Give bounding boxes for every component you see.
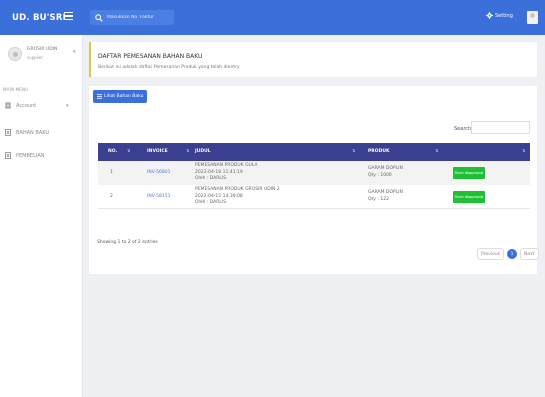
invoice-link[interactable]: INV-56801 xyxy=(147,170,170,177)
document-icon xyxy=(5,129,11,136)
avatar[interactable] xyxy=(527,11,538,24)
approval-button[interactable]: Telah diapproval xyxy=(453,167,485,179)
table-row: 1 INV-56801 PEMESANAN PRODUK GULA 2022-0… xyxy=(98,161,530,185)
user-name: GROSIR UDIN xyxy=(27,47,58,52)
menu-heading: MAIN MENU xyxy=(3,87,29,92)
gear-icon xyxy=(486,12,493,19)
previous-button[interactable]: Previous xyxy=(477,248,505,260)
invoice-link[interactable]: INV-58151 xyxy=(147,194,170,201)
table-row: 2 INV-58151 PEMESANAN PRODUK GROSIR UDIN… xyxy=(98,185,530,209)
sidebar-item-label: Account xyxy=(16,102,37,109)
row-number: 2 xyxy=(110,194,113,199)
column-header-invoice[interactable]: INVOICE xyxy=(147,149,168,154)
account-icon xyxy=(5,102,11,109)
orders-card: Lihat Bahan Baku Search: NO. ⇅ INVOICE ⇅… xyxy=(89,86,539,274)
sort-icon[interactable]: ⇅ xyxy=(352,148,355,153)
table-header: NO. ⇅ INVOICE ⇅ JUDUL ⇅ PRODUK ⇅ ⇅ xyxy=(98,143,530,161)
sidebar-item-account[interactable]: Account xyxy=(5,102,36,109)
view-bahan-baku-label: Lihat Bahan Baku xyxy=(104,94,144,99)
menu-icon[interactable] xyxy=(64,12,73,21)
user-profile[interactable]: GROSIR UDIN supplier ▾ xyxy=(8,43,78,65)
column-header-no[interactable]: NO. xyxy=(108,149,117,154)
order-title: PEMESANAN PRODUK GROSIR UDIN 2 xyxy=(195,187,280,192)
product-name: GARAM DOPLIN xyxy=(368,166,403,171)
next-button[interactable]: Next xyxy=(520,248,539,260)
chevron-down-icon[interactable]: ▾ xyxy=(73,49,76,55)
user-role: supplier xyxy=(27,55,44,60)
table-search-input[interactable] xyxy=(471,121,530,134)
page-subtitle: Berikut ini adalah daftar Pemesanan Prod… xyxy=(98,65,240,70)
product-qty: Qty : 122 xyxy=(368,196,389,202)
order-author: Oleh : DARLIS xyxy=(195,200,227,205)
order-title: PEMESANAN PRODUK GULA xyxy=(195,163,258,168)
document-icon xyxy=(5,152,11,159)
top-bar: UD. BU'SRI Setting xyxy=(0,0,545,35)
sidebar-item-label: PEMBELIAN xyxy=(16,152,45,159)
sort-icon[interactable]: ⇅ xyxy=(522,148,525,153)
column-header-judul[interactable]: JUDUL xyxy=(195,149,211,154)
setting-label: Setting xyxy=(495,12,513,19)
search-icon xyxy=(95,13,103,22)
row-number: 1 xyxy=(110,170,113,175)
page-header-card: DAFTAR PEMESANAN BAHAN BAKU Berikut ini … xyxy=(89,42,537,77)
sort-icon[interactable]: ⇅ xyxy=(435,148,438,153)
sidebar: GROSIR UDIN supplier ▾ MAIN MENU Account… xyxy=(0,35,83,397)
view-bahan-baku-button[interactable]: Lihat Bahan Baku xyxy=(93,90,148,103)
user-avatar xyxy=(8,47,22,61)
search-input[interactable] xyxy=(107,15,171,20)
chevron-down-icon[interactable]: ▾ xyxy=(66,103,69,109)
order-author: Oleh : DARLIS xyxy=(195,176,227,181)
page-title: DAFTAR PEMESANAN BAHAN BAKU xyxy=(98,53,203,60)
list-icon xyxy=(97,94,102,99)
sort-icon[interactable]: ⇅ xyxy=(127,148,130,153)
table-info: Showing 1 to 2 of 2 entries xyxy=(97,240,158,245)
column-header-produk[interactable]: PRODUK xyxy=(368,149,389,154)
product-name: GARAM DOPLIN xyxy=(368,190,403,195)
sidebar-item-bahan-baku[interactable]: BAHAN BAKU xyxy=(5,129,49,136)
invoice-search xyxy=(90,10,174,25)
setting-button[interactable]: Setting xyxy=(486,12,513,19)
product-qty: Qty : 1000 xyxy=(368,172,392,178)
page-1-button[interactable]: 1 xyxy=(507,249,518,259)
approval-button[interactable]: Telah diapproval xyxy=(453,191,485,203)
pagination: Previous 1 Next xyxy=(477,248,539,260)
sidebar-item-label: BAHAN BAKU xyxy=(16,129,50,136)
sort-icon[interactable]: ⇅ xyxy=(186,148,189,153)
sidebar-item-pembelian[interactable]: PEMBELIAN xyxy=(5,152,45,159)
